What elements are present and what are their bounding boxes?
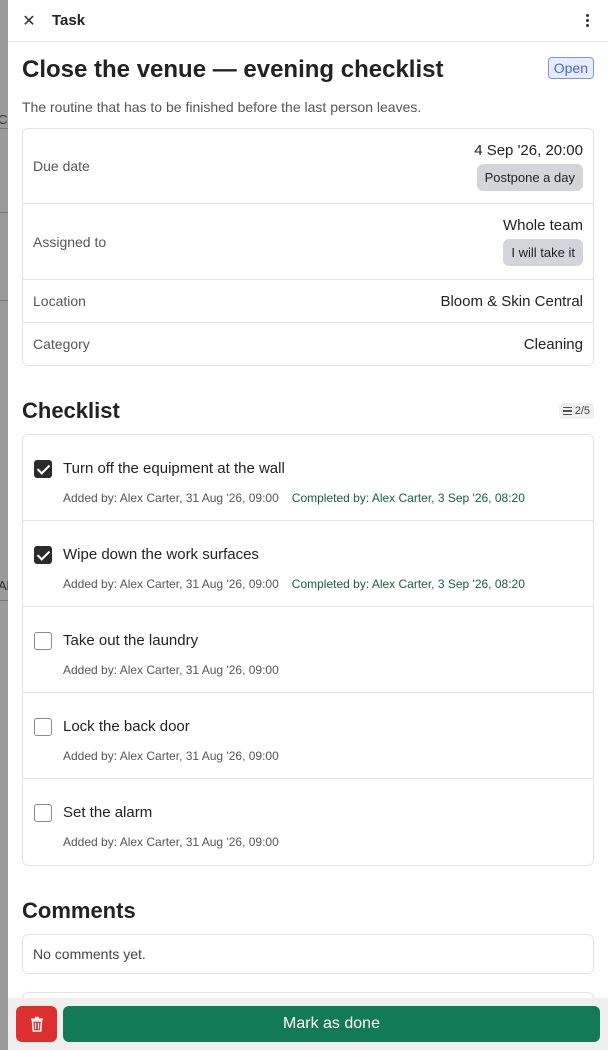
delete-button[interactable]	[16, 1006, 57, 1042]
list-icon	[562, 406, 572, 416]
checklist-title: Checklist	[22, 398, 120, 423]
panel-title: Task	[52, 12, 86, 29]
checkbox[interactable]	[34, 718, 52, 736]
checklist-item: Lock the back door Added by: Alex Carter…	[23, 693, 593, 779]
added-by: Added by: Alex Carter, 31 Aug '26, 09:00	[63, 663, 279, 677]
checklist-item-text: Take out the laundry	[63, 632, 199, 649]
take-task-button[interactable]: I will take it	[503, 239, 583, 266]
category-label: Category	[33, 336, 90, 352]
checkbox[interactable]	[34, 632, 52, 650]
added-by: Added by: Alex Carter, 31 Aug '26, 09:00	[63, 491, 279, 505]
checkbox[interactable]	[34, 460, 52, 478]
due-date-label: Due date	[33, 158, 90, 174]
assigned-label: Assigned to	[33, 233, 107, 250]
checkbox[interactable]	[34, 546, 52, 564]
category-row: Category Cleaning	[23, 323, 593, 365]
checklist-count-text: 2/5	[574, 405, 590, 417]
location-label: Location	[33, 293, 86, 309]
checklist-header: Checklist 2/5	[22, 398, 594, 424]
checklist-item: Take out the laundry Added by: Alex Cart…	[23, 607, 593, 693]
added-by: Added by: Alex Carter, 31 Aug '26, 09:00	[63, 835, 279, 849]
checklist-item-text: Lock the back door	[63, 718, 190, 735]
completed-by: Completed by: Alex Carter, 3 Sep '26, 08…	[291, 491, 525, 505]
checklist-item: Turn off the equipment at the wall Added…	[23, 435, 593, 521]
mark-as-done-button[interactable]: Mark as done	[63, 1006, 600, 1042]
trash-icon	[30, 1016, 43, 1032]
checklist: Turn off the equipment at the wall Added…	[22, 434, 594, 866]
kebab-menu-icon[interactable]	[578, 12, 596, 30]
background-divider	[0, 300, 8, 301]
background-divider	[0, 128, 8, 129]
postpone-button[interactable]: Postpone a day	[476, 163, 583, 191]
comments-box: No comments yet.	[22, 934, 594, 974]
checklist-item: Wipe down the work surfaces Added by: Al…	[23, 521, 593, 607]
category-value: Cleaning	[523, 335, 583, 353]
checklist-item-text: Set the alarm	[63, 804, 153, 821]
details-card: Due date 4 Sep '26, 20:00 Postpone a day…	[22, 128, 594, 366]
background-divider	[0, 212, 8, 213]
task-description: The routine that has to be finished befo…	[22, 99, 422, 115]
task-content: Close the venue — evening checklist Open…	[8, 56, 608, 1002]
checklist-item: Set the alarm Added by: Alex Carter, 31 …	[23, 779, 593, 865]
background-divider	[0, 600, 8, 601]
checklist-count: 2/5	[558, 403, 594, 419]
assigned-row: Assigned to Whole team I will take it	[23, 204, 593, 280]
assigned-value: Whole team	[502, 217, 583, 234]
title-row: Close the venue — evening checklist Open	[22, 56, 594, 84]
location-value: Bloom & Skin Central	[440, 292, 583, 310]
added-by: Added by: Alex Carter, 31 Aug '26, 09:00	[63, 749, 279, 763]
checklist-item-text: Turn off the equipment at the wall	[63, 460, 285, 477]
due-date-row: Due date 4 Sep '26, 20:00 Postpone a day	[23, 129, 593, 204]
background-page: Co Al	[0, 0, 15, 1050]
status-badge: Open	[547, 57, 594, 79]
close-icon[interactable]: ✕	[20, 12, 38, 30]
added-by: Added by: Alex Carter, 31 Aug '26, 09:00	[63, 577, 279, 591]
task-panel: ✕ Task Close the venue — evening checkli…	[8, 0, 608, 1050]
completed-by: Completed by: Alex Carter, 3 Sep '26, 08…	[291, 577, 525, 591]
action-footer: Mark as done	[8, 998, 608, 1050]
checklist-item-text: Wipe down the work surfaces	[63, 546, 259, 563]
checkbox[interactable]	[34, 804, 52, 822]
location-row: Location Bloom & Skin Central	[23, 280, 593, 323]
due-date-value: 4 Sep '26, 20:00	[474, 141, 583, 159]
panel-header: ✕ Task	[8, 0, 608, 42]
comments-title: Comments	[22, 898, 136, 923]
task-title: Close the venue — evening checklist	[22, 56, 444, 83]
